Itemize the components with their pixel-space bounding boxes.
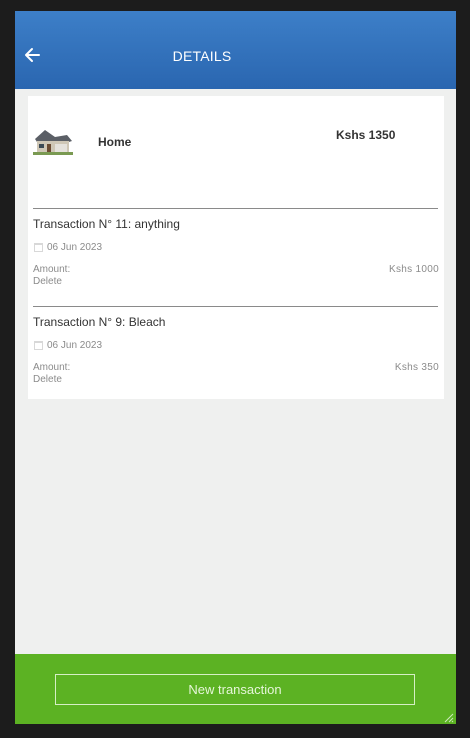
details-card: Home Kshs 1350 Transaction N° 11: anythi… xyxy=(28,96,444,399)
transaction-date: 06 Jun 2023 xyxy=(47,242,103,253)
transaction-title: Transaction N° 9: Bleach xyxy=(33,315,166,329)
divider xyxy=(33,208,438,209)
transaction-amount: Kshs 1000 xyxy=(389,264,439,275)
transaction-amount: Kshs 350 xyxy=(394,362,439,373)
page-title: DETAILS xyxy=(172,48,232,64)
header-bar: DETAILS xyxy=(15,11,456,89)
resize-grip-icon[interactable] xyxy=(442,710,454,723)
divider xyxy=(33,306,438,307)
category-total: Kshs 1350 xyxy=(336,128,396,142)
delete-link[interactable]: Delete xyxy=(33,276,62,287)
amount-label: Amount: xyxy=(33,264,71,275)
transaction-title: Transaction N° 11: anything xyxy=(33,217,180,231)
house-icon xyxy=(33,127,73,155)
app-screen: DETAILS Home Kshs 1350 Transaction N° 11… xyxy=(15,11,456,724)
new-transaction-button[interactable]: New transaction xyxy=(55,674,415,705)
footer-bar: New transaction xyxy=(15,654,456,724)
amount-label: Amount: xyxy=(33,362,71,373)
category-name: Home xyxy=(98,135,132,149)
calendar-icon xyxy=(34,243,43,252)
delete-link[interactable]: Delete xyxy=(33,374,62,385)
transaction-date: 06 Jun 2023 xyxy=(47,340,103,351)
calendar-icon xyxy=(34,341,43,350)
